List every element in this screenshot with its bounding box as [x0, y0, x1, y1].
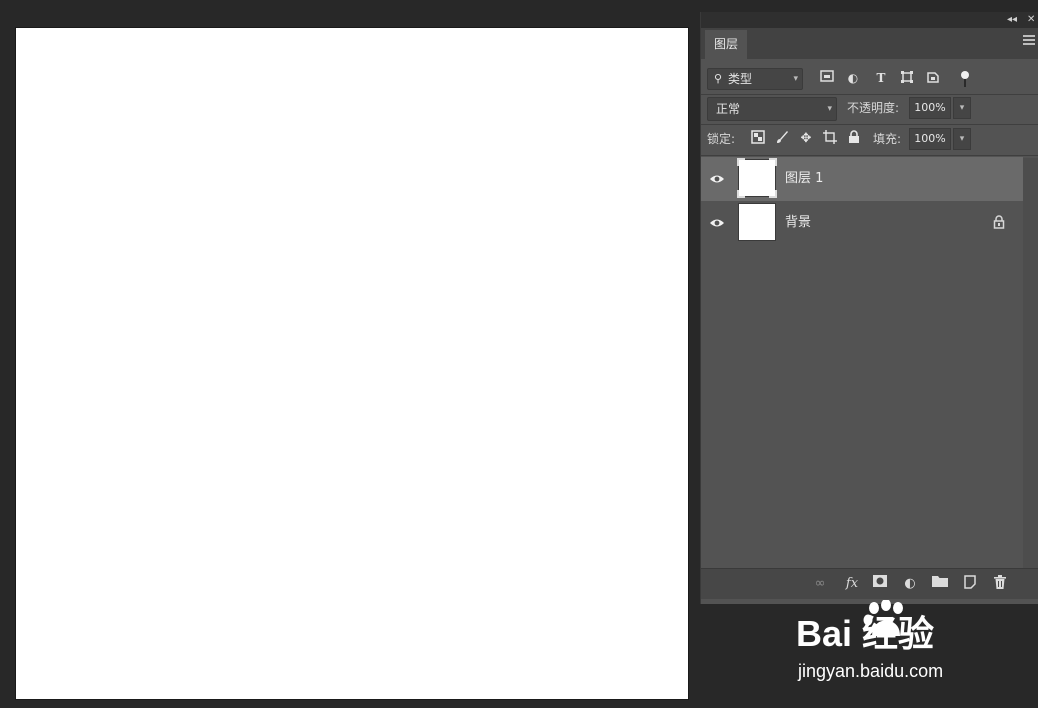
layer-name[interactable]: 背景	[785, 201, 811, 245]
layer-row-layer1[interactable]: 图层 1	[701, 157, 1023, 201]
filter-type-value: 类型	[728, 72, 753, 86]
adjustment-layer-icon[interactable]: ◐	[901, 575, 919, 593]
filter-type-select[interactable]: ⚲ 类型 ▾	[707, 68, 803, 90]
link-layers-icon[interactable]: ∞	[811, 575, 829, 593]
smart-object-filter-icon[interactable]	[925, 70, 941, 86]
filter-row: ⚲ 类型 ▾ ◐ T	[701, 66, 1038, 92]
eye-icon[interactable]	[709, 215, 727, 231]
lock-artboard-icon[interactable]	[821, 130, 839, 148]
new-layer-icon[interactable]	[961, 575, 979, 593]
close-panel-icon[interactable]: ✕	[1027, 13, 1035, 27]
lock-label: 锁定:	[707, 132, 736, 146]
opacity-label: 不透明度:	[847, 101, 900, 115]
chevron-down-icon: ▾	[793, 74, 798, 84]
canvas-area	[0, 0, 700, 708]
eye-icon[interactable]	[709, 171, 727, 187]
layers-panel: ◂◂ ✕ 图层 ⚲ 类型 ▾ ◐ T 正常 ▾ 不透明度: 100% ▾ 锁定:…	[700, 12, 1038, 604]
layer-row-background[interactable]: 背景	[701, 201, 1023, 245]
fill-label: 填充:	[873, 132, 902, 146]
document-canvas[interactable]	[16, 28, 688, 699]
divider	[701, 155, 1038, 156]
layers-bottom-toolbar: ∞ fx ◐	[701, 568, 1038, 599]
opacity-dropdown-icon[interactable]: ▾	[953, 97, 971, 119]
panel-tab-row: 图层	[701, 28, 1038, 59]
lock-transparent-pixels-icon[interactable]	[749, 130, 767, 148]
lock-image-pixels-icon[interactable]	[773, 130, 791, 148]
opacity-input[interactable]: 100%	[909, 97, 951, 119]
fill-dropdown-icon[interactable]: ▾	[953, 128, 971, 150]
blend-mode-value: 正常	[716, 102, 741, 116]
panel-title-bar: ◂◂ ✕	[701, 12, 1038, 28]
lock-row: 锁定: ✥ 填充: 100% ▾	[701, 126, 1038, 152]
chevron-down-icon: ▾	[827, 104, 832, 114]
tab-layers[interactable]: 图层	[705, 30, 747, 59]
add-mask-icon[interactable]	[871, 575, 889, 593]
layer-name[interactable]: 图层 1	[785, 157, 823, 201]
collapse-panel-icon[interactable]: ◂◂	[1007, 13, 1017, 27]
search-icon: ⚲	[714, 72, 723, 85]
new-group-icon[interactable]	[931, 575, 949, 593]
divider	[701, 124, 1038, 125]
filter-toggle-icon[interactable]	[957, 70, 973, 87]
adjustment-filter-icon[interactable]: ◐	[845, 70, 861, 86]
paw-icon	[863, 600, 903, 636]
divider	[701, 94, 1038, 95]
lock-position-icon[interactable]: ✥	[797, 130, 815, 148]
layer-thumbnail	[737, 158, 777, 198]
blend-mode-select[interactable]: 正常 ▾	[707, 97, 837, 121]
layer-thumbnail	[739, 204, 775, 240]
fill-input[interactable]: 100%	[909, 128, 951, 150]
panel-menu-icon[interactable]	[1023, 35, 1035, 49]
image-filter-icon[interactable]	[819, 70, 835, 86]
shape-filter-icon[interactable]	[899, 70, 915, 86]
lock-icon[interactable]	[993, 214, 1007, 230]
baidu-jingyan-watermark: Bai 经验 jingyan.baidu.com	[796, 600, 996, 700]
watermark-url: jingyan.baidu.com	[798, 661, 944, 681]
layers-scrollbar[interactable]	[1023, 158, 1038, 568]
delete-icon[interactable]	[991, 575, 1009, 593]
lock-all-icon[interactable]	[845, 130, 863, 148]
fx-icon[interactable]: fx	[843, 575, 861, 593]
blend-row: 正常 ▾ 不透明度: 100% ▾	[701, 97, 1038, 121]
type-filter-icon[interactable]: T	[873, 70, 889, 86]
